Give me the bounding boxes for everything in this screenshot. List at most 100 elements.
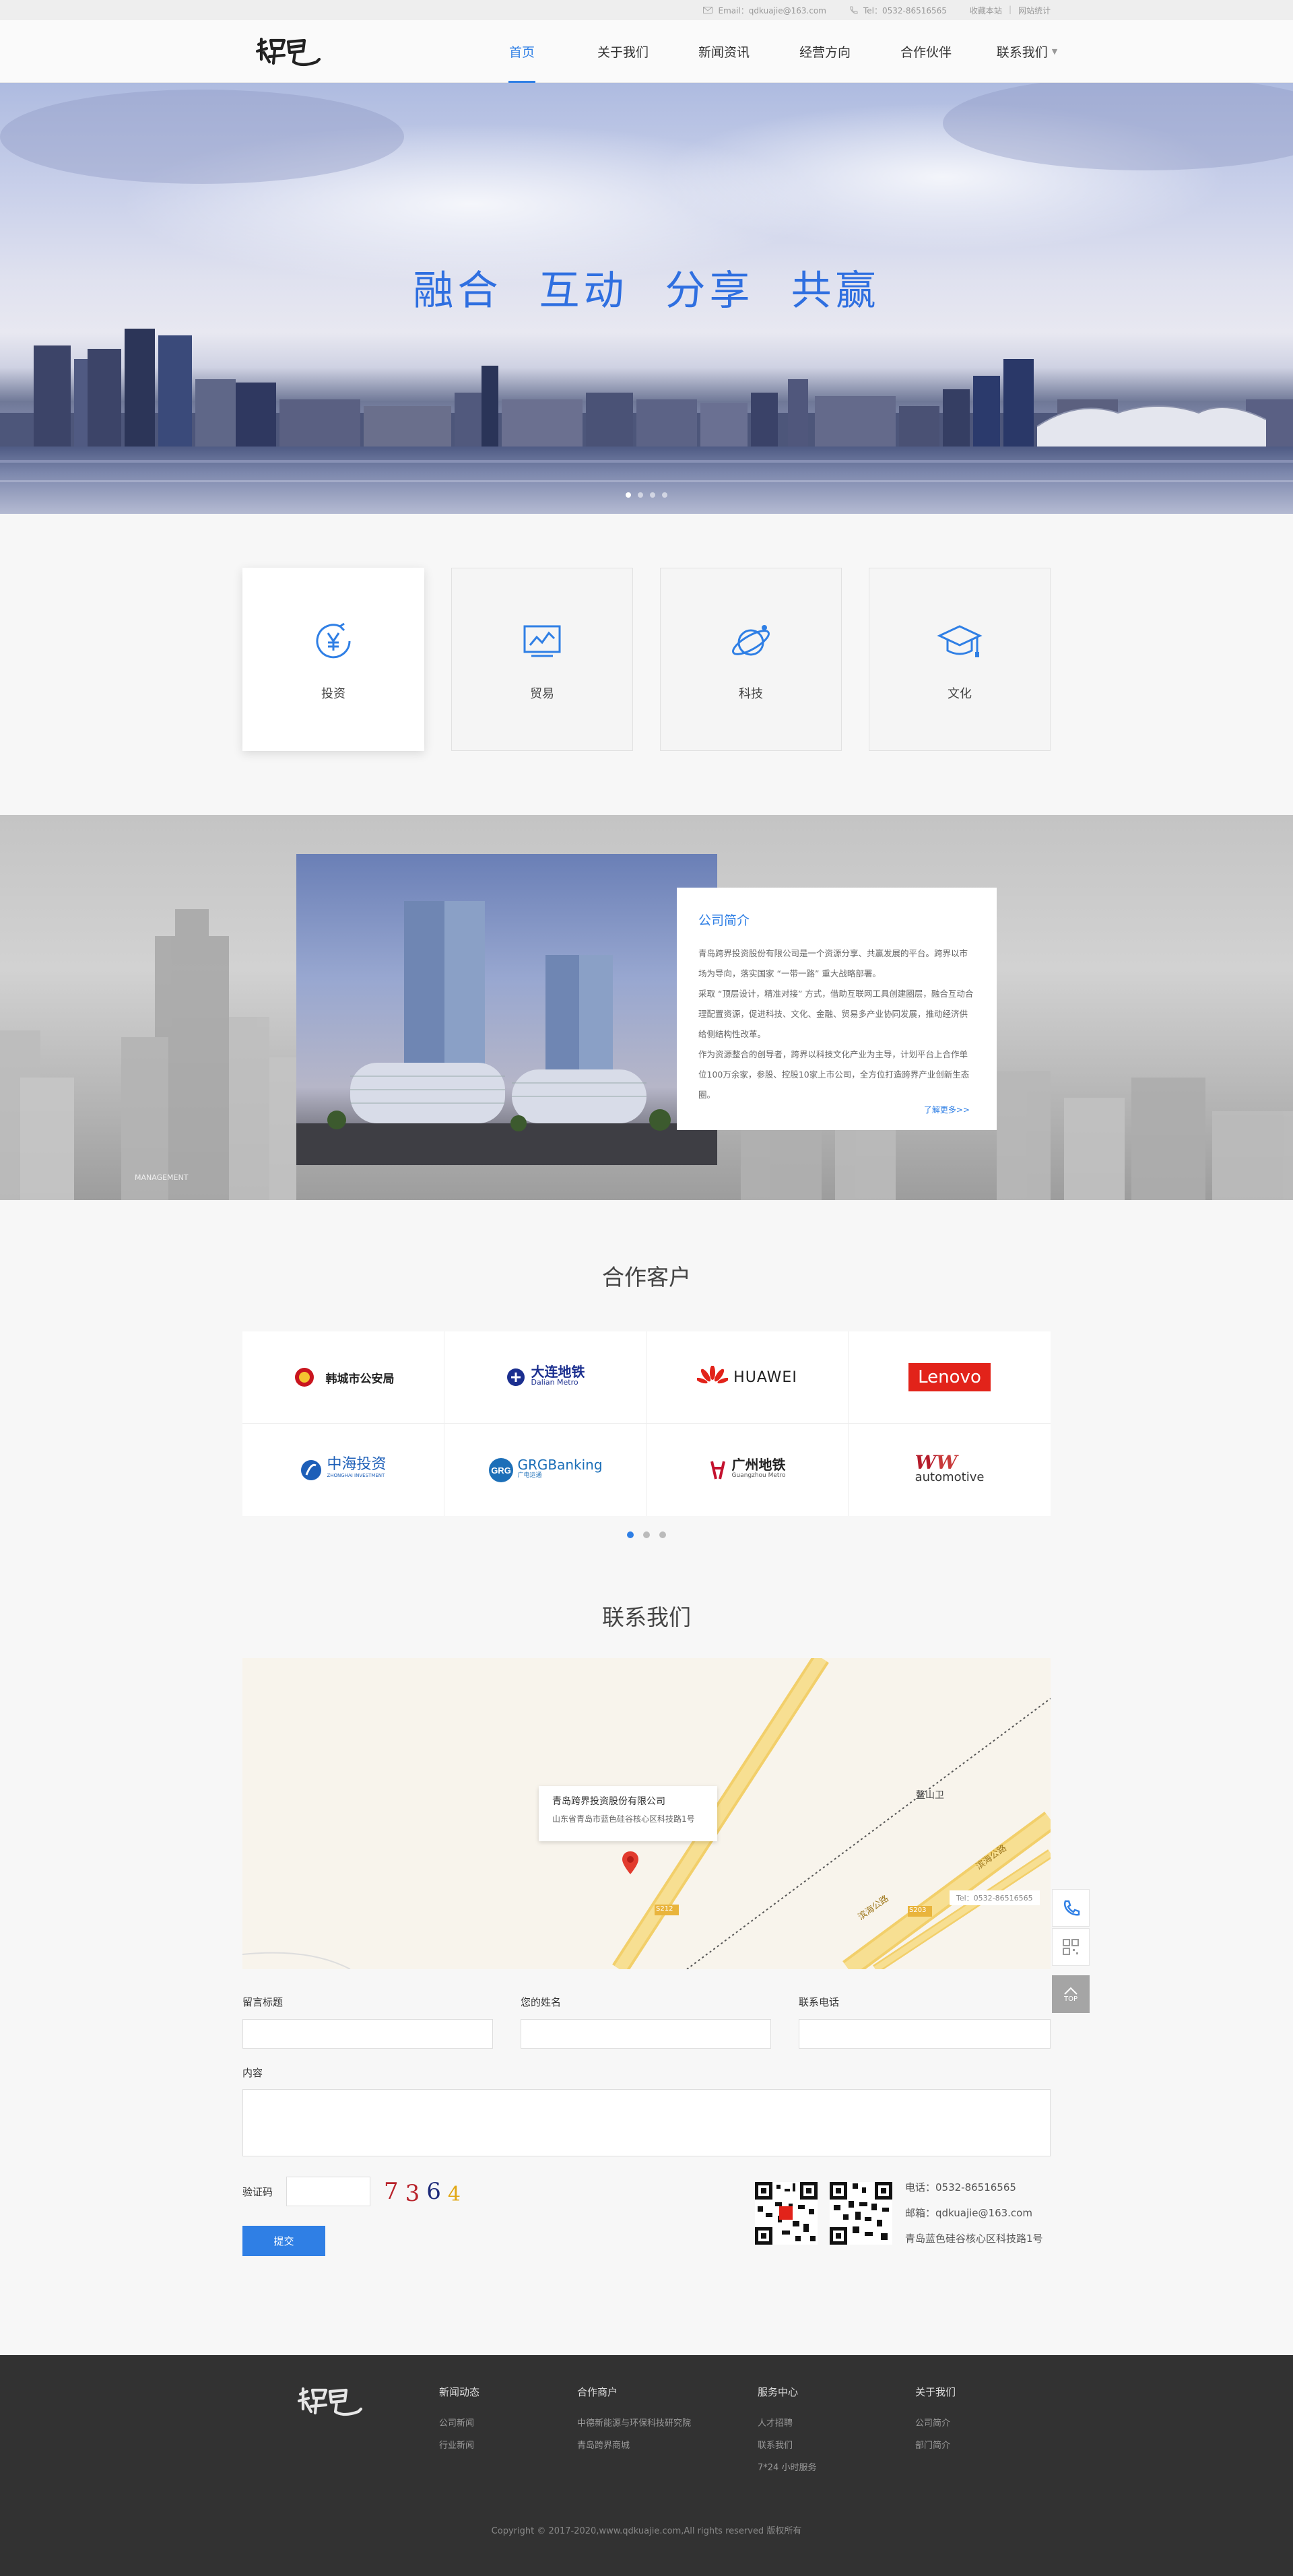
- captcha-label: 验证码: [242, 2186, 273, 2198]
- footer-link[interactable]: 部门简介: [915, 2435, 956, 2457]
- footer-link[interactable]: 公司简介: [915, 2412, 956, 2435]
- captcha-image[interactable]: 7 3 6 4: [384, 2177, 465, 2207]
- carousel-dot[interactable]: [627, 1531, 634, 1538]
- footer-heading: 关于我们: [915, 2386, 956, 2398]
- bookmark-link[interactable]: 收藏本站: [970, 5, 1002, 16]
- map-place-label: 鳌山卫: [916, 1790, 944, 1801]
- content-label: 内容: [242, 2067, 263, 2079]
- service-card-invest[interactable]: 投资: [242, 568, 424, 751]
- graduation-cap-icon: [937, 625, 983, 657]
- mail-icon: [703, 7, 713, 13]
- footer-col-service: 服务中心 人才招聘 联系我们 7*24 小时服务: [758, 2385, 816, 2479]
- about-title: 公司简介: [698, 913, 750, 928]
- about-paragraph: 采取 “顶层设计，精准对接” 方式，借助互联网工具创建圈层，融合互动合理配置资源…: [698, 989, 974, 1039]
- svg-text:GRG: GRG: [492, 1465, 512, 1476]
- footer-link[interactable]: 7*24 小时服务: [758, 2457, 816, 2479]
- footer-link[interactable]: 行业新闻: [439, 2435, 479, 2457]
- stats-link[interactable]: 网站统计: [1018, 5, 1051, 16]
- partner-logo[interactable]: Lenovo: [849, 1331, 1051, 1424]
- nav-news[interactable]: 新闻资讯: [673, 20, 774, 83]
- footer-link[interactable]: 青岛跨界商城: [577, 2435, 691, 2457]
- footer-heading: 服务中心: [758, 2386, 799, 2398]
- contact-address: 青岛蓝色硅谷核心区科技路1号: [905, 2233, 1043, 2245]
- footer-logo[interactable]: [296, 2382, 364, 2422]
- service-card-culture[interactable]: 文化: [869, 568, 1051, 751]
- nav-home[interactable]: 首页: [471, 20, 572, 83]
- map-company: 青岛跨界投资股份有限公司: [552, 1796, 665, 1807]
- footer-link[interactable]: 公司新闻: [439, 2412, 479, 2435]
- partner-logo[interactable]: 中海投资 ZHONGHAI INVESTMENT: [242, 1424, 444, 1516]
- subject-label: 留言标题: [242, 1996, 284, 2008]
- chart-icon: [523, 625, 561, 657]
- about-section: MANAGEMENT 公司简介 青岛跨界投资股份有限公司是一个资源分享、共赢发展…: [0, 815, 1293, 1200]
- service-label: 贸易: [530, 687, 554, 701]
- watermark-text: MANAGEMENT: [135, 1173, 189, 1182]
- nav-business[interactable]: 经营方向: [774, 20, 875, 83]
- footer-link[interactable]: 中德新能源与环保科技研究院: [577, 2412, 691, 2435]
- carousel-dot[interactable]: [662, 492, 667, 498]
- copyright: Copyright © 2017-2020,www.qdkuajie.com,A…: [491, 2526, 802, 2536]
- guangzhou-metro-icon: [710, 1461, 725, 1479]
- qrcode-image: [830, 2182, 892, 2245]
- service-card-tech[interactable]: 科技: [660, 568, 842, 751]
- logo[interactable]: [255, 32, 322, 73]
- carousel-dots: [0, 492, 1293, 498]
- name-input[interactable]: [521, 2019, 771, 2049]
- phone-icon: [1063, 1900, 1080, 1916]
- carousel-dot[interactable]: [650, 492, 655, 498]
- service-card-trade[interactable]: 贸易: [451, 568, 633, 751]
- map-address: 山东省青岛市蓝色硅谷核心区科技路1号: [552, 1814, 695, 1824]
- header: 首页 关于我们 新闻资讯 经营方向 合作伙伴 联系我们 ▼: [0, 20, 1293, 83]
- partner-logo[interactable]: WW automotive: [849, 1424, 1051, 1516]
- footer-heading: 新闻动态: [439, 2386, 480, 2398]
- map-pin-icon[interactable]: [621, 1850, 640, 1877]
- hero-banner[interactable]: 融合 互动 分享 共赢: [0, 83, 1293, 514]
- top-bar: Email：qdkuajie@163.com Tel：0532-86516565…: [0, 0, 1293, 20]
- service-label: 科技: [739, 687, 763, 701]
- partner-logo[interactable]: GRG GRGBanking 广电运通: [444, 1424, 646, 1516]
- captcha-input[interactable]: [286, 2177, 370, 2206]
- map-tel: Tel：0532-86516565: [950, 1890, 1040, 1905]
- submit-button[interactable]: 提交: [242, 2226, 325, 2256]
- map-road-sign: S212: [656, 1905, 673, 1913]
- top-label: TOP: [1063, 1995, 1078, 2003]
- email-info: Email：qdkuajie@163.com: [703, 5, 826, 16]
- tel-text: Tel：0532-86516565: [863, 5, 947, 15]
- divider: |: [1008, 4, 1012, 14]
- phone-input[interactable]: [799, 2019, 1051, 2049]
- partner-logo[interactable]: 广州地铁 Guangzhou Metro: [646, 1424, 849, 1516]
- dalian-metro-icon: [506, 1368, 525, 1386]
- partner-logo[interactable]: HUAWEI: [646, 1331, 849, 1424]
- banner-slogan: 融合 互动 分享 共赢: [413, 267, 880, 315]
- yen-icon: [316, 622, 351, 659]
- location-map[interactable]: 青岛跨界投资股份有限公司 山东省青岛市蓝色硅谷核心区科技路1号 鳌山卫 滨海公路…: [242, 1658, 1051, 1969]
- phone-float-button[interactable]: [1052, 1889, 1090, 1927]
- contact-phone: 电话：0532-86516565: [905, 2181, 1016, 2193]
- content-textarea[interactable]: [242, 2089, 1051, 2156]
- chevron-down-icon: ▼: [1051, 47, 1058, 56]
- back-to-top-button[interactable]: TOP: [1052, 1975, 1090, 2013]
- footer-link[interactable]: 人才招聘: [758, 2412, 816, 2435]
- carousel-dot[interactable]: [638, 492, 643, 498]
- carousel-dot[interactable]: [643, 1531, 650, 1538]
- learn-more-link[interactable]: 了解更多>>: [924, 1104, 970, 1115]
- partner-logo[interactable]: 韩城市公安局: [242, 1331, 444, 1424]
- carousel-dot[interactable]: [626, 492, 631, 498]
- footer-col-news: 新闻动态 公司新闻 行业新闻: [439, 2385, 479, 2457]
- subject-input[interactable]: [242, 2019, 493, 2049]
- partner-grid: 韩城市公安局 大连地铁 Dalian Metro HUAWEI Lenovo 中海…: [242, 1331, 1051, 1516]
- name-label: 您的姓名: [521, 1996, 562, 2008]
- partner-carousel-dots: [0, 1531, 1293, 1538]
- nav-about[interactable]: 关于我们: [572, 20, 673, 83]
- nav-contact[interactable]: 联系我们 ▼: [976, 20, 1078, 83]
- qrcode-float-button[interactable]: [1052, 1928, 1090, 1966]
- about-card: 公司简介 青岛跨界投资股份有限公司是一个资源分享、共赢发展的平台。跨界以市场为导…: [677, 888, 997, 1130]
- carousel-dot[interactable]: [659, 1531, 666, 1538]
- partner-logo[interactable]: 大连地铁 Dalian Metro: [444, 1331, 646, 1424]
- contact-title: 联系我们: [602, 1604, 691, 1630]
- home-up-icon: [1064, 1987, 1078, 1995]
- footer: 新闻动态 公司新闻 行业新闻 合作商户 中德新能源与环保科技研究院 青岛跨界商城…: [0, 2355, 1293, 2576]
- nav-partners[interactable]: 合作伙伴: [875, 20, 976, 83]
- logo-mark: [255, 37, 321, 67]
- footer-link[interactable]: 联系我们: [758, 2435, 816, 2457]
